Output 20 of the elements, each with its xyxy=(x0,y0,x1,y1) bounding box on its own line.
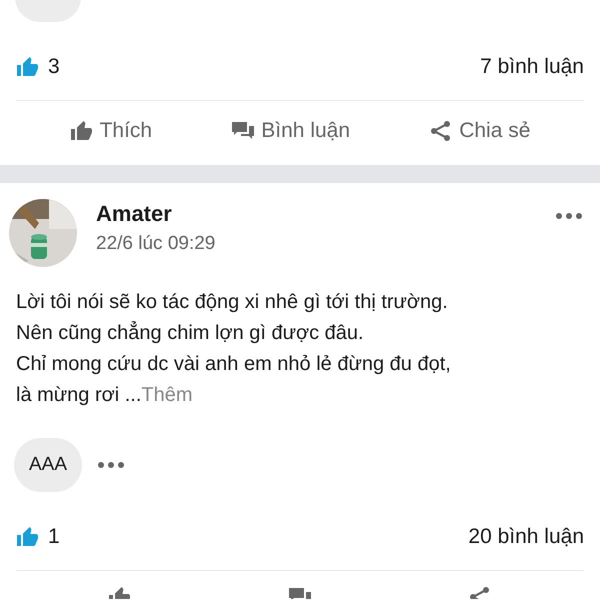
comment-count[interactable]: 7 bình luận xyxy=(480,55,584,79)
author-name[interactable]: Amater xyxy=(96,201,172,227)
post-time: 22/6 lúc 09:29 xyxy=(96,233,216,255)
post-text: Lời tôi nói sẽ ko tác động xi nhê gì tới thị trường. Nên cũng chẳng chim lợn gì được đâu. Chỉ mong cứu dc vài anh em nhỏ lẻ đừng đu đọt, là mừng rơi ...Thêm xyxy=(16,290,452,408)
share-button[interactable]: Chia sẻ xyxy=(423,115,536,147)
see-more-link[interactable]: Thêm xyxy=(141,384,193,406)
like-icon xyxy=(16,55,40,79)
comment-button[interactable]: Bình luận xyxy=(225,115,356,147)
thumbs-up-icon xyxy=(108,585,132,599)
like-count: 3 xyxy=(48,55,60,79)
comment-count[interactable]: 20 bình luận xyxy=(468,525,584,549)
like-icon xyxy=(16,525,40,549)
like-button[interactable]: Thích xyxy=(64,115,158,147)
like-count: 1 xyxy=(48,525,60,549)
more-tags-icon[interactable] xyxy=(96,460,126,470)
speech-bubbles-icon xyxy=(288,585,312,599)
share-icon xyxy=(468,585,492,599)
more-options-icon[interactable] xyxy=(554,211,584,221)
thumbs-up-icon xyxy=(70,119,94,143)
tag-chip[interactable]: AAA xyxy=(14,438,82,492)
